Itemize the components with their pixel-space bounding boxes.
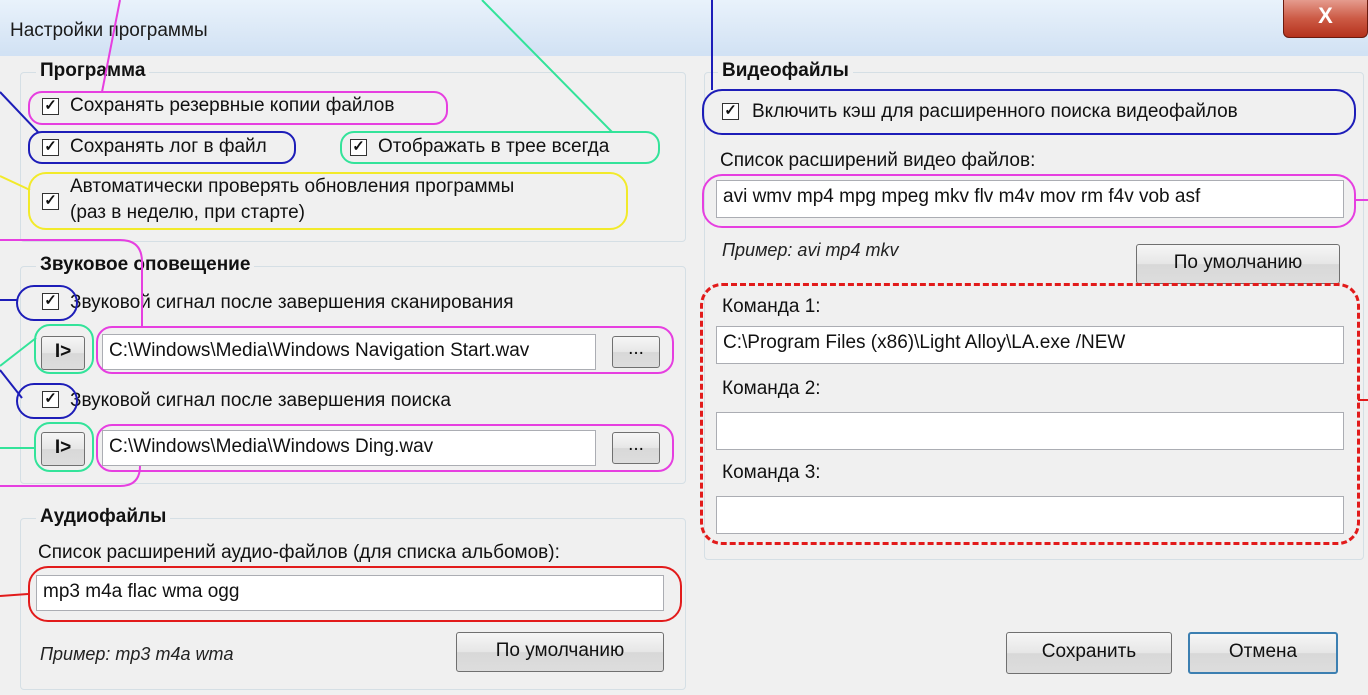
scan-sound-file-input[interactable]: C:\Windows\Media\Windows Navigation Star… [102, 334, 596, 370]
audio-default-button[interactable]: По умолчанию [456, 632, 664, 672]
command2-label: Команда 2: [722, 378, 821, 399]
play-search-button[interactable]: I> [41, 432, 85, 466]
audio-legend: Аудиофайлы [36, 506, 171, 528]
video-cache-checkbox[interactable]: ✓ [722, 103, 739, 120]
video-extensions-input[interactable]: avi wmv mp4 mpg mpeg mkv flv m4v mov rm … [716, 180, 1344, 218]
backup-checkbox[interactable]: ✓ [42, 98, 59, 115]
video-legend: Видеофайлы [718, 60, 853, 82]
tray-checkbox[interactable]: ✓ [350, 139, 367, 156]
update-checkbox[interactable]: ✓ [42, 193, 59, 210]
play-scan-button[interactable]: I> [41, 336, 85, 370]
scan-sound-label: Звуковой сигнал после завершения сканиро… [70, 292, 514, 313]
scan-sound-checkbox[interactable]: ✓ [42, 293, 59, 310]
command1-input[interactable]: C:\Program Files (x86)\Light Alloy\LA.ex… [716, 326, 1344, 364]
search-sound-checkbox[interactable]: ✓ [42, 391, 59, 408]
video-cache-label: Включить кэш для расширенного поиска вид… [752, 101, 1238, 122]
search-sound-file-input[interactable]: C:\Windows\Media\Windows Ding.wav [102, 430, 596, 466]
sound-legend: Звуковое оповещение [36, 254, 255, 276]
program-legend: Программа [36, 60, 150, 82]
audio-extensions-input[interactable]: mp3 m4a flac wma ogg [36, 575, 664, 611]
browse-scan-button[interactable]: ... [612, 336, 660, 368]
video-default-button[interactable]: По умолчанию [1136, 244, 1340, 284]
command2-input[interactable] [716, 412, 1344, 450]
log-label: Сохранять лог в файл [70, 136, 267, 157]
tray-label: Отображать в трее всегда [378, 136, 610, 157]
video-list-label: Список расширений видео файлов: [720, 150, 1036, 171]
command3-input[interactable] [716, 496, 1344, 534]
window-title: Настройки программы [10, 20, 208, 41]
cancel-button[interactable]: Отмена [1188, 632, 1338, 674]
video-example: Пример: avi mp4 mkv [722, 240, 899, 260]
close-button[interactable]: X [1283, 0, 1368, 38]
save-button[interactable]: Сохранить [1006, 632, 1172, 674]
command1-label: Команда 1: [722, 296, 821, 317]
backup-label: Сохранять резервные копии файлов [70, 95, 395, 116]
browse-search-button[interactable]: ... [612, 432, 660, 464]
log-checkbox[interactable]: ✓ [42, 139, 59, 156]
update-label-line1: Автоматически проверять обновления прогр… [70, 176, 515, 197]
audio-list-label: Список расширений аудио-файлов (для спис… [38, 542, 560, 563]
update-label-line2: (раз в неделю, при старте) [70, 202, 306, 223]
search-sound-label: Звуковой сигнал после завершения поиска [70, 390, 451, 411]
audio-example: Пример: mp3 m4a wma [40, 644, 234, 664]
command3-label: Команда 3: [722, 462, 821, 483]
